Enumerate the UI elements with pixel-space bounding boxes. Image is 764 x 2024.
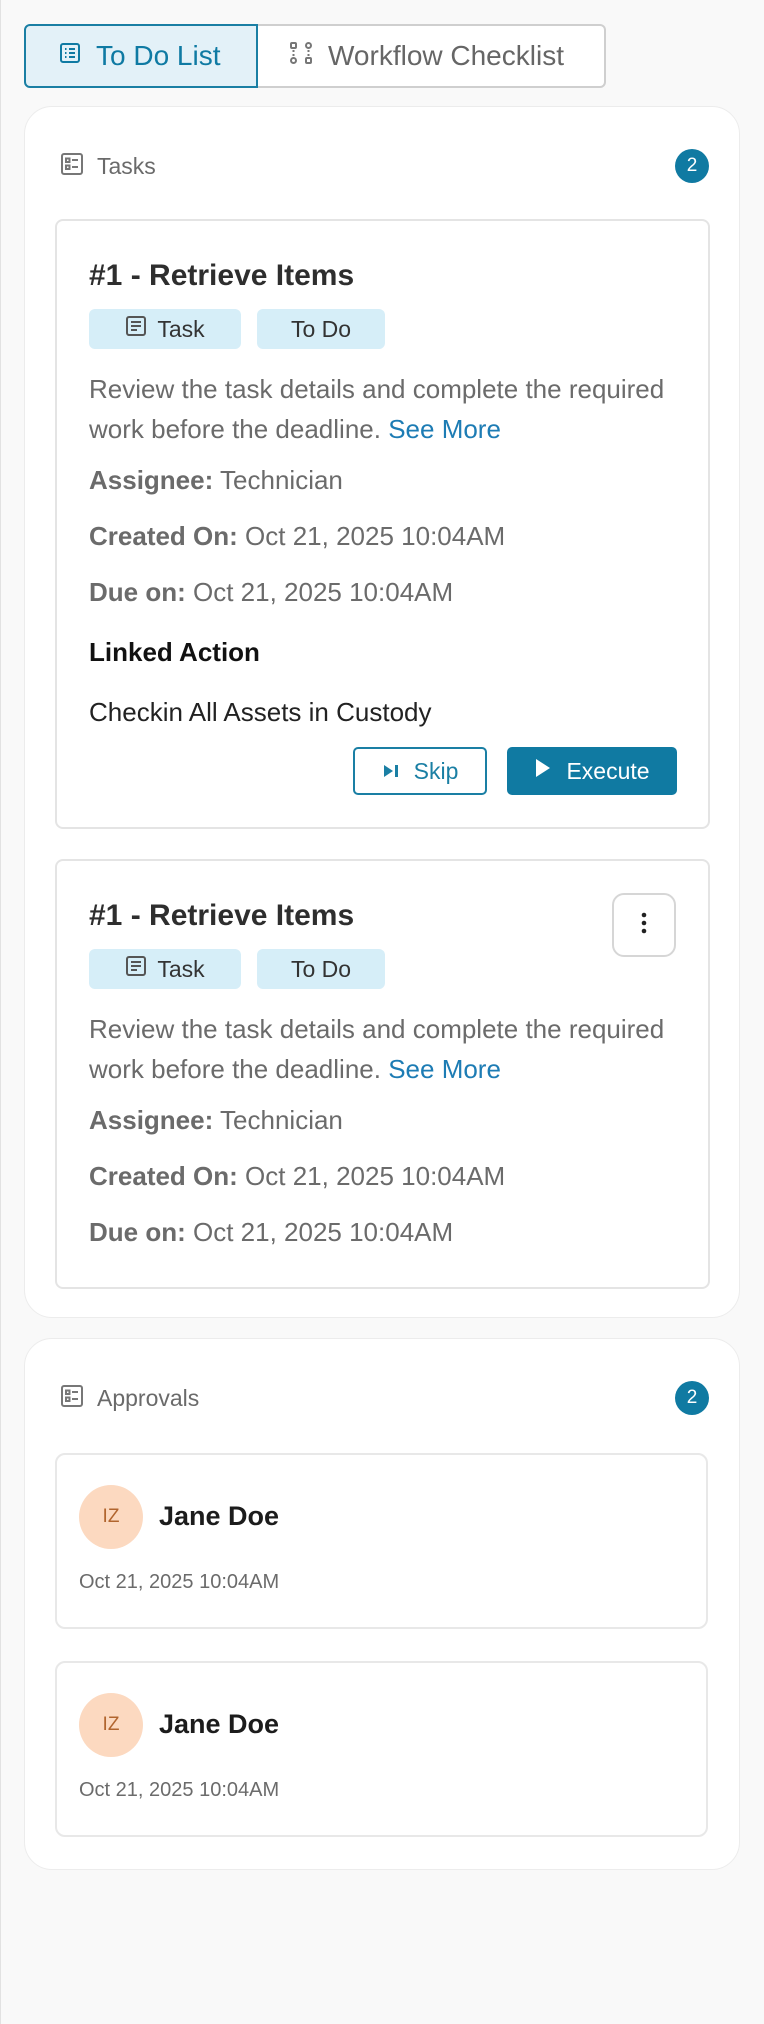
view-tabs: To Do List Workflow Checklist — [24, 24, 606, 88]
page-frame-edge — [0, 0, 1, 2024]
play-icon — [534, 757, 552, 785]
list-icon — [58, 40, 82, 72]
task-chips: Task To Do — [89, 309, 385, 349]
tab-label: To Do List — [96, 40, 221, 71]
task-type-chip: Task — [89, 949, 241, 989]
assignee-field: Assignee: Technician — [89, 465, 343, 496]
more-options-button[interactable] — [612, 893, 676, 957]
approver-name: Jane Doe — [159, 1501, 280, 1531]
linked-action-title: Linked Action — [89, 637, 260, 667]
tab-label: Workflow Checklist — [328, 40, 564, 71]
approver-name: Jane Doe — [159, 1709, 280, 1739]
tab-to-do-list[interactable]: To Do List — [24, 24, 258, 88]
task-chips: Task To Do — [89, 949, 385, 989]
approval-timestamp: Oct 21, 2025 10:04AM — [79, 1779, 280, 1801]
approvals-section: Approvals 2 IZ Jane Doe Oct 21, 2025 10:… — [24, 1338, 740, 1870]
created-value: Oct 21, 2025 10:04AM — [245, 1161, 506, 1191]
created-value: Oct 21, 2025 10:04AM — [245, 521, 506, 551]
tasks-section: Tasks 2 #1 - Retrieve Items Task To Do R… — [24, 106, 740, 1318]
see-more-link[interactable]: See More — [388, 1054, 501, 1084]
tasks-count-badge: 2 — [675, 149, 709, 183]
approval-timestamp: Oct 21, 2025 10:04AM — [79, 1571, 280, 1593]
created-on-field: Created On: Oct 21, 2025 10:04AM — [89, 1161, 505, 1192]
task-card: #1 - Retrieve Items Task To Do Review th… — [55, 219, 710, 829]
due-on-field: Due on: Oct 21, 2025 10:04AM — [89, 1217, 453, 1248]
assignee-field: Assignee: Technician — [89, 1105, 343, 1136]
linked-action-value: Checkin All Assets in Custody — [89, 697, 432, 727]
task-status-chip: To Do — [257, 949, 385, 989]
assignee-value: Technician — [220, 1105, 343, 1135]
task-type-label: Task — [157, 315, 205, 342]
checklist-icon — [59, 1383, 85, 1414]
due-value: Oct 21, 2025 10:04AM — [193, 577, 454, 607]
approvals-title: Approvals — [97, 1384, 200, 1411]
due-label: Due on: — [89, 1217, 186, 1247]
created-label: Created On: — [89, 1161, 238, 1191]
due-value: Oct 21, 2025 10:04AM — [193, 1217, 454, 1247]
created-on-field: Created On: Oct 21, 2025 10:04AM — [89, 521, 505, 552]
skip-label: Skip — [413, 757, 459, 784]
checklist-icon — [59, 151, 85, 182]
task-description: Review the task details and complete the… — [89, 369, 669, 449]
tasks-header: Tasks 2 — [59, 149, 709, 183]
task-card: #1 - Retrieve Items Task To Do Review th… — [55, 859, 710, 1289]
created-label: Created On: — [89, 521, 238, 551]
document-icon — [125, 315, 147, 343]
assignee-label: Assignee: — [89, 465, 214, 495]
approvals-header: Approvals 2 — [59, 1381, 709, 1415]
avatar: IZ — [79, 1485, 143, 1549]
due-on-field: Due on: Oct 21, 2025 10:04AM — [89, 577, 453, 608]
task-status-chip: To Do — [257, 309, 385, 349]
approval-item[interactable]: IZ Jane Doe Oct 21, 2025 10:04AM — [55, 1661, 708, 1837]
task-title: #1 - Retrieve Items — [89, 899, 355, 932]
task-type-chip: Task — [89, 309, 241, 349]
due-label: Due on: — [89, 577, 186, 607]
task-description: Review the task details and complete the… — [89, 1009, 669, 1089]
assignee-label: Assignee: — [89, 1105, 214, 1135]
approval-item[interactable]: IZ Jane Doe Oct 21, 2025 10:04AM — [55, 1453, 708, 1629]
kebab-menu-icon — [640, 912, 648, 939]
approvals-count-badge: 2 — [675, 1381, 709, 1415]
task-type-label: Task — [157, 955, 205, 982]
description-text: Review the task details and complete the… — [89, 374, 665, 444]
document-icon — [125, 955, 147, 983]
task-title: #1 - Retrieve Items — [89, 259, 355, 292]
tab-workflow-checklist[interactable]: Workflow Checklist — [258, 24, 606, 88]
see-more-link[interactable]: See More — [388, 414, 501, 444]
assignee-value: Technician — [220, 465, 343, 495]
skip-icon — [382, 758, 400, 785]
description-text: Review the task details and complete the… — [89, 1014, 665, 1084]
avatar: IZ — [79, 1693, 143, 1757]
execute-label: Execute — [566, 757, 650, 784]
skip-button[interactable]: Skip — [353, 747, 487, 795]
tasks-title: Tasks — [97, 152, 156, 179]
workflow-icon — [288, 40, 314, 73]
execute-button[interactable]: Execute — [507, 747, 677, 795]
